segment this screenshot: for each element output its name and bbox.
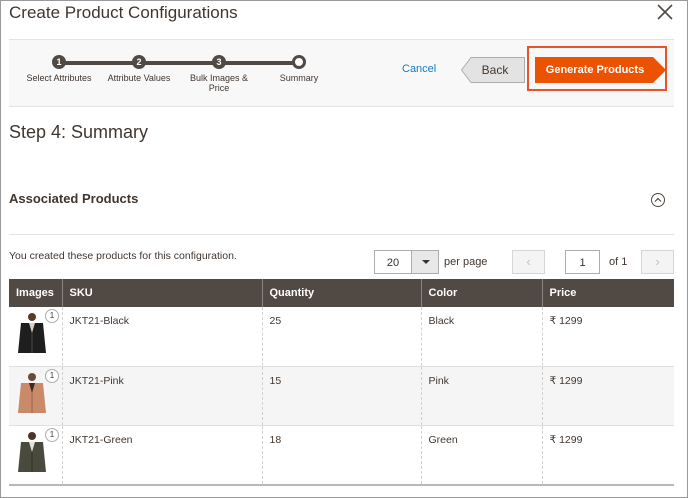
image-count-badge: 1 — [45, 368, 59, 383]
color-cell: Pink — [421, 366, 543, 426]
associated-products-table: Images SKU Quantity Color Price 1 JKT21-… — [9, 279, 674, 485]
sku-cell: JKT21-Pink — [62, 366, 263, 426]
table-header-row: Images SKU Quantity Color Price — [9, 279, 674, 307]
image-cell: 1 — [9, 366, 63, 426]
current-page-input[interactable]: 1 — [565, 250, 600, 274]
cancel-link[interactable]: Cancel — [402, 63, 436, 75]
wizard-steps-bar: 1 Select Attributes 2 Attribute Values 3… — [9, 39, 674, 107]
step-label: Attribute Values — [107, 73, 171, 83]
created-products-text: You created these products for this conf… — [9, 250, 237, 262]
generate-products-label: Generate Products — [545, 64, 645, 76]
column-header-price: Price — [542, 279, 674, 307]
wizard-step-bulk-images-price[interactable]: 3 Bulk Images & Price — [179, 55, 259, 93]
color-cell: Green — [421, 425, 543, 485]
step-dot-current — [292, 55, 306, 69]
color-cell: Black — [421, 307, 543, 367]
sku-cell: JKT21-Green — [62, 425, 263, 485]
associated-products-title[interactable]: Associated Products — [9, 191, 138, 206]
next-page-button[interactable]: › — [641, 250, 674, 274]
product-thumbnail[interactable]: 1 — [15, 309, 59, 355]
image-cell: 1 — [9, 307, 63, 367]
back-button[interactable]: Back — [461, 57, 525, 83]
back-button-label: Back — [481, 63, 509, 77]
product-thumbnail[interactable]: 1 — [15, 427, 59, 474]
configuration-modal: Create Product Configurations 1 Select A… — [0, 0, 688, 498]
wizard-step-summary[interactable]: Summary — [259, 55, 339, 83]
table-row: 1 JKT21-Pink 15 Pink ₹ 1299 — [9, 366, 674, 426]
column-header-color: Color — [421, 279, 543, 307]
product-thumbnail[interactable]: 1 — [15, 368, 59, 415]
page-title: Step 4: Summary — [9, 122, 149, 142]
image-cell: 1 — [9, 425, 63, 485]
sku-cell: JKT21-Black — [62, 307, 263, 367]
modal-title: Create Product Configurations — [9, 3, 238, 22]
column-header-images: Images — [9, 279, 63, 307]
step-dot: 1 — [52, 55, 66, 69]
price-cell: ₹ 1299 — [542, 366, 674, 426]
chevron-up-icon[interactable] — [650, 192, 666, 208]
image-count-badge: 1 — [45, 309, 59, 323]
per-page-select[interactable]: 20 — [374, 250, 412, 274]
price-cell: ₹ 1299 — [542, 425, 674, 485]
step-dot: 2 — [132, 55, 146, 69]
table-row: 1 JKT21-Black 25 Black ₹ 1299 — [9, 307, 674, 367]
quantity-cell: 15 — [262, 366, 422, 426]
table-bottom-border — [9, 484, 674, 486]
close-icon[interactable] — [653, 1, 677, 25]
step-label: Select Attributes — [26, 73, 92, 83]
generate-products-button[interactable]: Generate Products — [535, 57, 666, 83]
column-header-sku: SKU — [62, 279, 263, 307]
total-pages-label: of 1 — [609, 256, 628, 268]
step-label: Summary — [279, 73, 319, 83]
wizard-step-attribute-values[interactable]: 2 Attribute Values — [99, 55, 179, 83]
previous-page-button[interactable]: ‹ — [512, 250, 545, 274]
step-label: Bulk Images & Price — [189, 73, 249, 93]
chevron-left-icon: ‹ — [526, 254, 531, 269]
column-header-quantity: Quantity — [262, 279, 422, 307]
section-divider — [9, 234, 674, 235]
table-row: 1 JKT21-Green 18 Green ₹ 1299 — [9, 425, 674, 485]
image-count-badge: 1 — [45, 427, 59, 442]
chevron-right-icon: › — [655, 254, 660, 269]
quantity-cell: 18 — [262, 425, 422, 485]
step-dot: 3 — [212, 55, 226, 69]
price-cell: ₹ 1299 — [542, 307, 674, 367]
quantity-cell: 25 — [262, 307, 422, 367]
wizard-step-select-attributes[interactable]: 1 Select Attributes — [19, 55, 99, 83]
per-page-dropdown-toggle[interactable] — [411, 250, 439, 274]
per-page-label: per page — [444, 256, 488, 268]
